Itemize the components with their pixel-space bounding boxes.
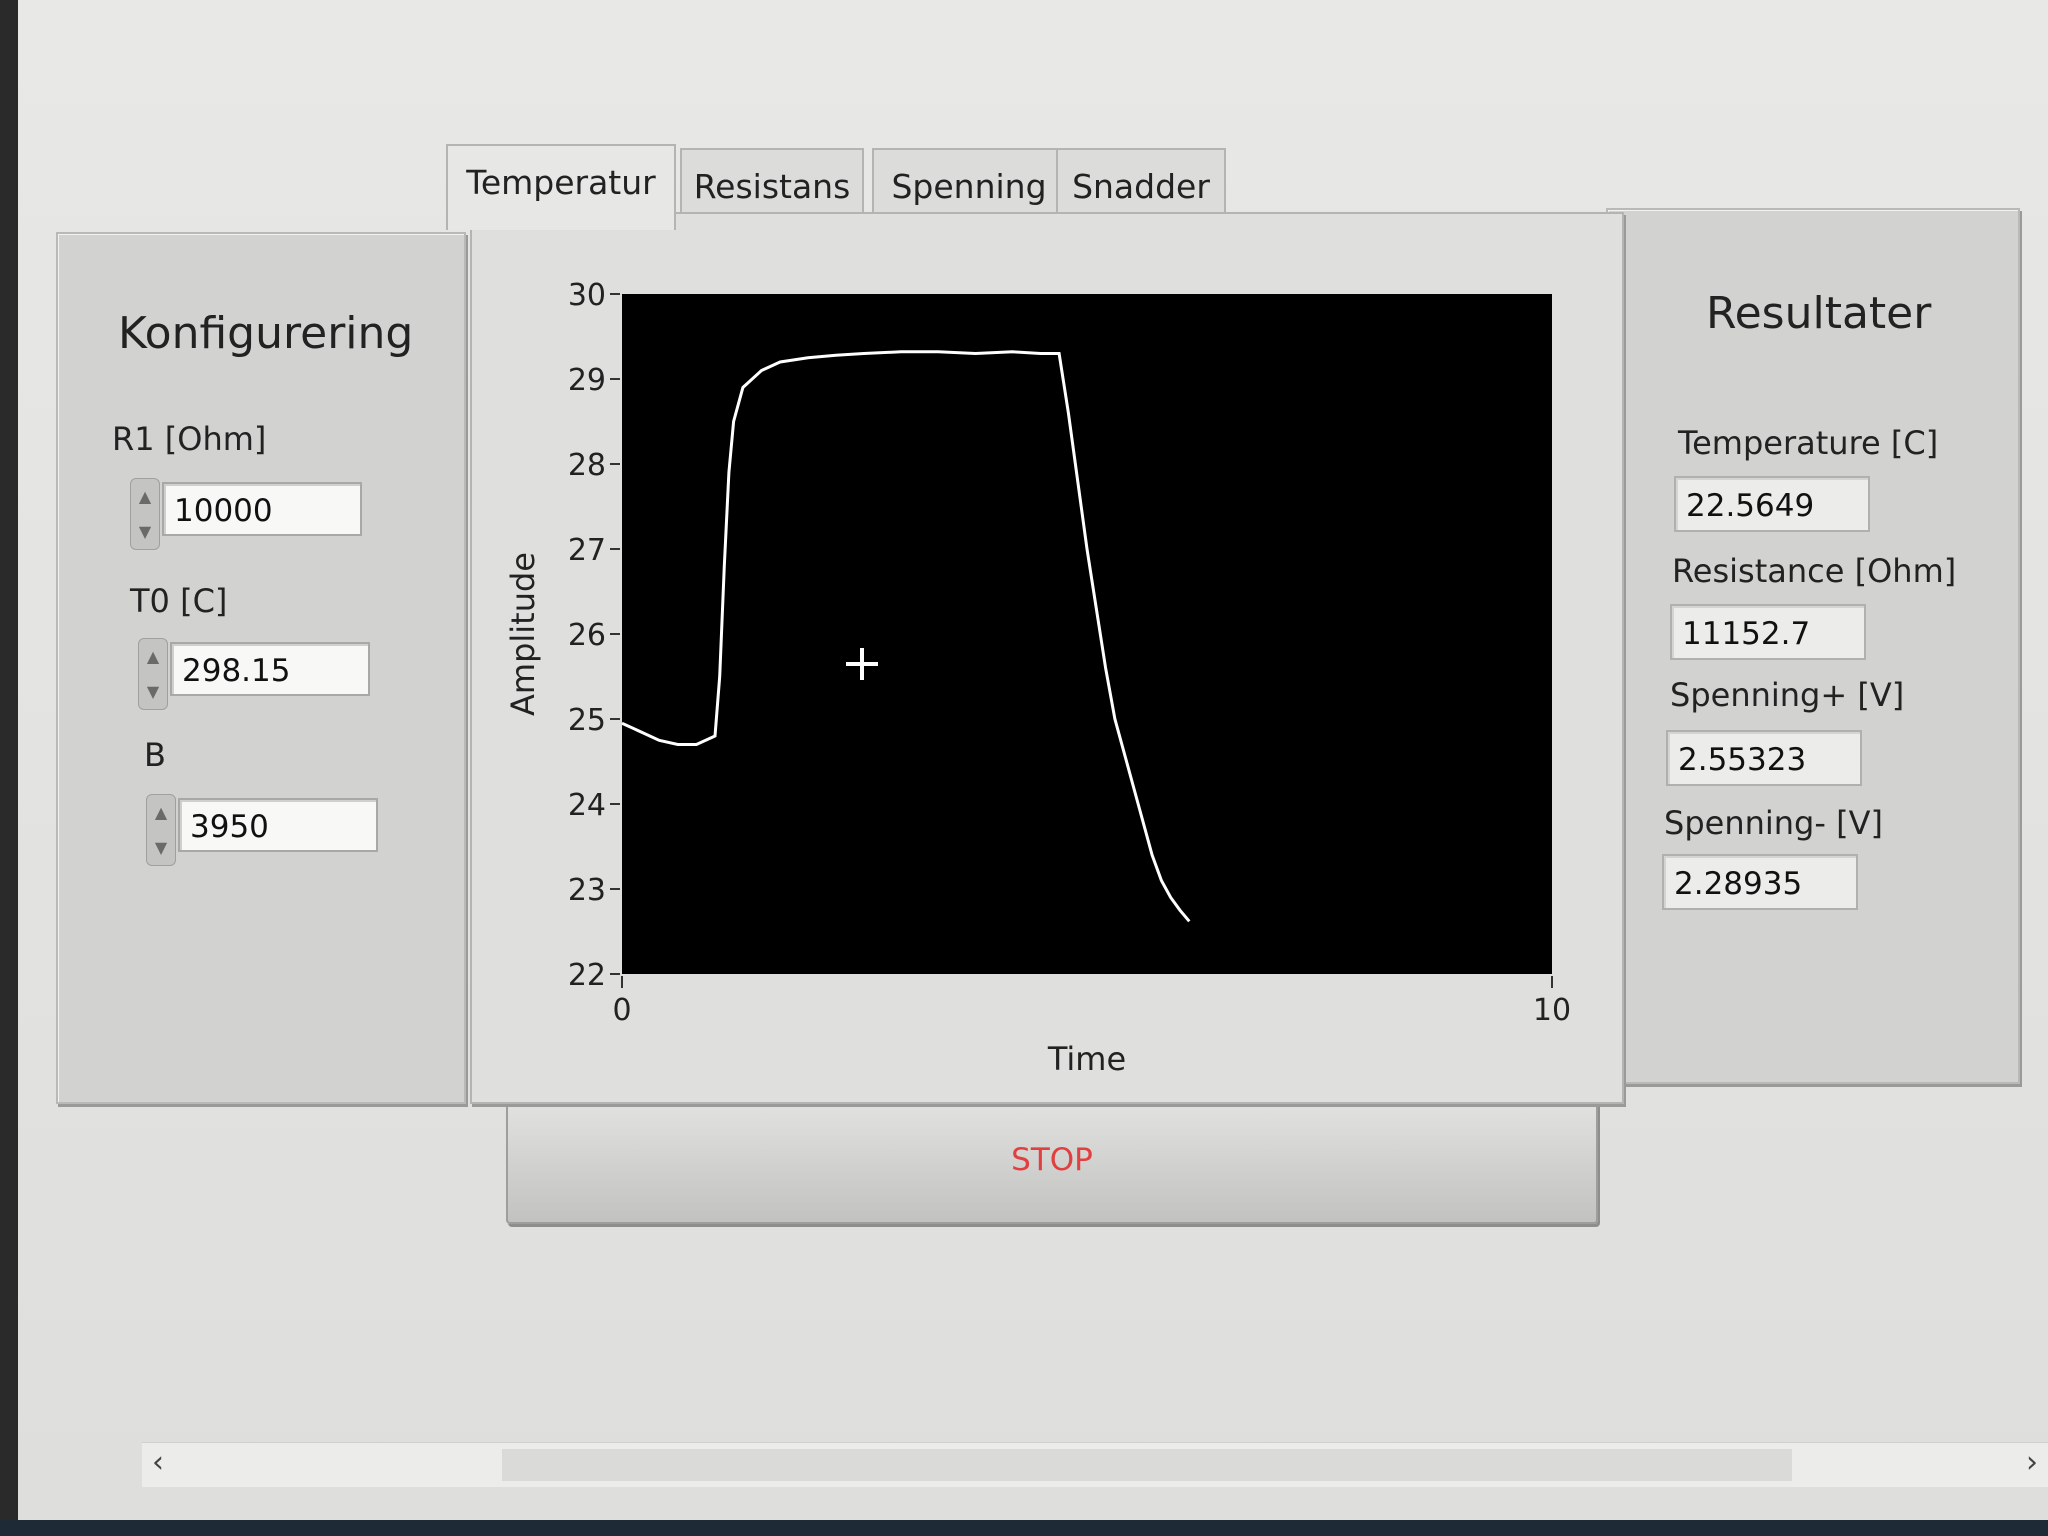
taskbar [0, 1520, 2048, 1536]
horizontal-scrollbar[interactable]: ‹ › [142, 1442, 2048, 1487]
x-axis-label: Time [1047, 1040, 1126, 1078]
spinner-down-icon[interactable]: ▼ [155, 838, 167, 857]
r1-spinner[interactable]: ▲ ▼ [130, 478, 160, 550]
spenning-minus-indicator: 2.28935 [1662, 854, 1858, 910]
resistance-label: Resistance [Ohm] [1672, 552, 1957, 590]
y-tick-label: 30 [568, 278, 606, 313]
labview-front-panel: Konfigurering R1 [Ohm] ▲ ▼ 10000 T0 [C] … [18, 0, 2048, 1520]
y-axis-label: Amplitude [504, 552, 542, 716]
spenning-plus-indicator: 2.55323 [1666, 730, 1862, 786]
b-label: B [144, 736, 166, 774]
spenning-minus-label: Spenning- [V] [1664, 804, 1883, 842]
tab-resistans[interactable]: Resistans [680, 148, 864, 222]
t0-label: T0 [C] [130, 582, 228, 620]
y-tick-label: 28 [568, 448, 606, 483]
y-tick-label: 23 [568, 873, 606, 908]
spinner-down-icon[interactable]: ▼ [139, 522, 151, 541]
spinner-up-icon[interactable]: ▲ [155, 803, 167, 822]
y-tick-label: 29 [568, 363, 606, 398]
resistance-indicator: 11152.7 [1670, 604, 1866, 660]
r1-label: R1 [Ohm] [112, 420, 267, 458]
results-panel: Resultater Temperature [C] 22.5649 Resis… [1606, 208, 2020, 1084]
config-panel: Konfigurering R1 [Ohm] ▲ ▼ 10000 T0 [C] … [56, 232, 466, 1104]
x-tick-label: 10 [1533, 993, 1571, 1028]
y-tick-label: 24 [568, 788, 606, 823]
waveform-chart: 22 23 24 25 26 27 28 29 30 0 10 Time Amplitude [504, 278, 1571, 1078]
scroll-right-icon[interactable]: › [2026, 1445, 2038, 1480]
stop-button[interactable]: STOP [506, 1096, 1598, 1224]
tab-temperatur[interactable]: Temperatur [446, 144, 676, 230]
y-tick-label: 25 [568, 703, 606, 738]
b-input[interactable]: 3950 [178, 798, 378, 852]
t0-input[interactable]: 298.15 [170, 642, 370, 696]
x-tick-label: 0 [612, 993, 631, 1028]
t0-spinner[interactable]: ▲ ▼ [138, 638, 168, 710]
spenning-plus-label: Spenning+ [V] [1670, 676, 1905, 714]
y-tick-label: 27 [568, 533, 606, 568]
temperature-indicator: 22.5649 [1674, 476, 1870, 532]
tab-snadder[interactable]: Snadder [1056, 148, 1226, 222]
tab-spenning[interactable]: Spenning [872, 148, 1066, 222]
spinner-up-icon[interactable]: ▲ [139, 487, 151, 506]
scroll-left-icon[interactable]: ‹ [152, 1445, 164, 1480]
temperature-label: Temperature [C] [1678, 424, 1939, 462]
r1-input[interactable]: 10000 [162, 482, 362, 536]
plot-area [622, 294, 1552, 974]
b-spinner[interactable]: ▲ ▼ [146, 794, 176, 866]
tab-page-temperatur: 22 23 24 25 26 27 28 29 30 0 10 Time Amplitude [470, 212, 1624, 1104]
y-tick-label: 22 [568, 958, 606, 993]
scrollbar-thumb[interactable] [502, 1449, 1792, 1481]
spinner-down-icon[interactable]: ▼ [147, 682, 159, 701]
config-title: Konfigurering [118, 308, 414, 359]
spinner-up-icon[interactable]: ▲ [147, 647, 159, 666]
y-tick-label: 26 [568, 618, 606, 653]
results-title: Resultater [1706, 288, 1932, 339]
window-edge [0, 0, 18, 1536]
